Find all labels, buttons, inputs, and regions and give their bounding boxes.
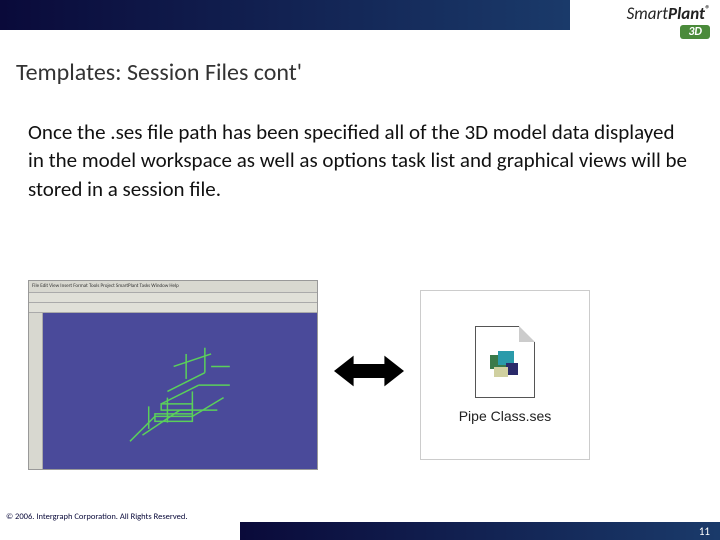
app-screenshot-thumbnail: File Edit View Insert Format Tools Proje… [28,280,318,470]
file-inner-graphic [488,349,524,381]
brand-sub: 3D [680,25,710,39]
thumb-toolbar-secondary [29,303,317,313]
thumb-toolbar [29,293,317,303]
slide-footer: © 2006. Intergraph Corporation. All Righ… [0,516,720,540]
illustration-row: File Edit View Insert Format Tools Proje… [28,280,590,470]
copyright-text: © 2006. Intergraph Corporation. All Righ… [6,512,188,522]
thumb-body [29,313,317,469]
thumb-sidebar [29,313,43,469]
brand-name-bold: Plant [668,3,705,24]
slide-body-text: Once the .ses file path has been specifi… [28,118,690,203]
file-page-icon [475,326,535,398]
brand-name: SmartPlant® [627,3,710,24]
slide-title: Templates: Session Files cont' [16,58,302,87]
brand-name-light: Smart [627,3,668,24]
thumb-3d-viewport [43,313,317,469]
slide-header: SmartPlant® 3D [0,0,720,48]
brand-logo: SmartPlant® 3D [627,4,710,39]
file-fold-corner [519,326,535,342]
thumb-3d-model [84,329,276,454]
thumb-menubar: File Edit View Insert Format Tools Proje… [29,281,317,293]
footer-accent-bar [240,522,720,540]
double-arrow-icon [334,350,404,400]
session-file-label: Pipe Class.ses [459,408,552,424]
header-accent-bar [0,0,570,30]
brand-reg-mark: ® [705,2,710,15]
session-file-icon-box: Pipe Class.ses [420,290,590,460]
page-number: 11 [699,525,710,538]
session-file-icon [475,326,535,398]
